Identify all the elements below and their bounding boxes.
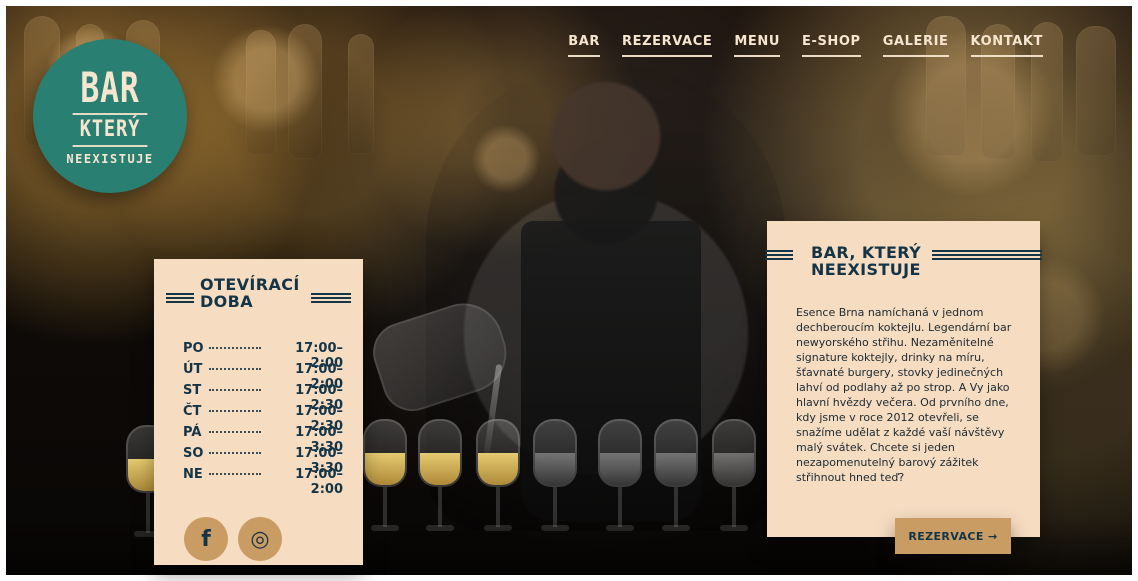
reservation-button[interactable]: REZERVACE → bbox=[895, 518, 1011, 554]
nav-kontakt[interactable]: KONTAKT bbox=[970, 34, 1043, 57]
about-title-line-2: NEEXISTUJE bbox=[811, 259, 921, 279]
hours-day: ÚT bbox=[183, 362, 203, 377]
brand-logo-text: BAR KTERÝ NEEXISTUJE bbox=[66, 63, 154, 166]
instagram-icon: ◎ bbox=[250, 526, 270, 552]
brand-logo[interactable]: BAR KTERÝ NEEXISTUJE bbox=[33, 39, 187, 193]
logo-line-3: NEEXISTUJE bbox=[66, 152, 154, 166]
hours-day: ST bbox=[183, 383, 202, 398]
nav-rezervace[interactable]: REZERVACE bbox=[622, 34, 713, 57]
instagram-button[interactable]: ◎ bbox=[238, 517, 282, 561]
hours-row: PÁ 17:00–3:30 bbox=[183, 425, 343, 455]
hours-dots bbox=[209, 388, 261, 391]
hours-dots bbox=[209, 346, 261, 349]
facebook-icon: f bbox=[201, 526, 211, 552]
about-description: Esence Brna namíchaná v jednom dechberou… bbox=[796, 306, 1012, 484]
shelf-bottle bbox=[288, 24, 322, 159]
nav-bar[interactable]: BAR bbox=[568, 34, 601, 57]
opening-hours-card: OTEVÍRACÍ DOBA PO 17:00–2:00 ÚT 17:00–2:… bbox=[154, 259, 363, 565]
hours-row: PO 17:00–2:00 bbox=[183, 341, 343, 371]
hours-dots bbox=[209, 472, 261, 475]
title-decoration-left bbox=[765, 250, 793, 260]
main-nav: BAR REZERVACE MENU E-SHOP GALERIE KONTAK… bbox=[568, 34, 1043, 57]
opening-hours-list: PO 17:00–2:00 ÚT 17:00–2:00 ST 17:00–2:3… bbox=[183, 341, 343, 497]
shelf-bottle bbox=[1076, 26, 1116, 156]
hours-day: NE bbox=[183, 467, 203, 482]
opening-hours-title-line-2: DOBA bbox=[200, 291, 254, 311]
about-title: BAR, KTERÝ NEEXISTUJE bbox=[811, 244, 961, 279]
hours-time: 17:00–2:00 bbox=[295, 467, 343, 497]
nav-eshop[interactable]: E-SHOP bbox=[801, 34, 861, 57]
hours-row: ÚT 17:00–2:00 bbox=[183, 362, 343, 392]
shelf-bottle bbox=[348, 34, 374, 154]
opening-hours-title: OTEVÍRACÍ DOBA bbox=[200, 276, 320, 311]
nav-galerie[interactable]: GALERIE bbox=[882, 34, 949, 57]
hours-dots bbox=[209, 367, 261, 370]
social-links: f ◎ bbox=[184, 517, 282, 561]
logo-line-1: BAR bbox=[80, 63, 140, 112]
about-card: BAR, KTERÝ NEEXISTUJE Esence Brna namích… bbox=[765, 221, 1042, 554]
hours-dots bbox=[209, 451, 261, 454]
shelf-bottle bbox=[246, 30, 276, 155]
hours-row: SO 17:00–3:30 bbox=[183, 446, 343, 476]
hours-row: NE 17:00–2:00 bbox=[183, 467, 343, 497]
logo-line-2: KTERÝ bbox=[72, 113, 148, 147]
hours-day: PÁ bbox=[183, 425, 202, 440]
hours-row: ČT 17:00–2:30 bbox=[183, 404, 343, 434]
hours-day: SO bbox=[183, 446, 204, 461]
facebook-button[interactable]: f bbox=[184, 517, 228, 561]
hours-day: PO bbox=[183, 341, 204, 356]
hours-row: ST 17:00–2:30 bbox=[183, 383, 343, 413]
hours-day: ČT bbox=[183, 404, 202, 419]
hours-dots bbox=[209, 409, 261, 412]
title-decoration-left bbox=[166, 293, 194, 303]
nav-menu[interactable]: MENU bbox=[734, 34, 780, 57]
hours-dots bbox=[209, 430, 261, 433]
